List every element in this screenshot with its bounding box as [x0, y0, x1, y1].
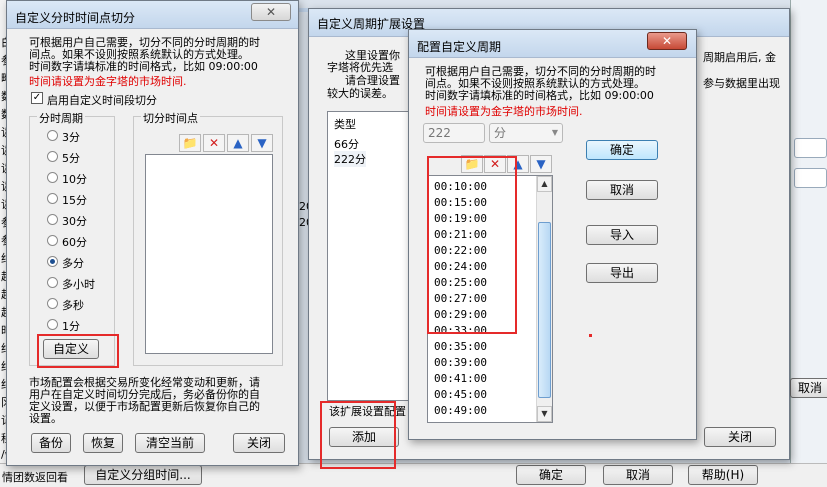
chevron-down-icon: ▼ — [551, 128, 558, 137]
period-radio-label: 5分 — [62, 152, 80, 165]
split-close-button[interactable]: 关闭 — [233, 433, 285, 453]
period-radio[interactable] — [47, 130, 58, 141]
scroll-down-icon[interactable]: ▼ — [537, 406, 552, 422]
split-time-dialog: 自定义分时时间点切分 ✕ 可根据用户自己需要，切分不同的分时周期的时 间点。如果… — [6, 0, 299, 466]
bg-right-field — [794, 138, 827, 158]
enable-split-checkbox[interactable]: ✓ — [31, 92, 43, 104]
bg-bottom-left-text: 情团数返回看 — [2, 471, 68, 484]
split-desc-3: 时间数字请填标准的时间格式，比如 09:00:00 — [29, 60, 258, 73]
arrow-up-icon[interactable]: ▲ — [227, 134, 249, 152]
config-ok-button[interactable]: 确定 — [586, 140, 658, 160]
config-period-titlebar: 配置自定义周期 ✕ — [409, 30, 696, 58]
time-list-item[interactable]: 00:49:00 — [434, 404, 487, 417]
ext-desc-right-1: 周期启用后, 金 — [703, 51, 776, 64]
bg-right-field-2 — [794, 168, 827, 188]
period-radio-label: 多秒 — [62, 299, 84, 312]
split-toolbar: 📁 ✕ ▲ ▼ — [145, 134, 273, 154]
bg-cancel-button[interactable]: 取消 — [790, 378, 827, 398]
arrow-down-icon[interactable]: ▼ — [251, 134, 273, 152]
config-desc-3: 时间数字请填标准的时间格式，比如 09:00:00 — [425, 89, 654, 102]
split-time-group-label: 切分时间点 — [141, 110, 200, 126]
split-time-close-icon[interactable]: ✕ — [251, 3, 291, 21]
period-radio-label: 多分 — [62, 257, 84, 270]
import-button[interactable]: 导入 — [586, 225, 658, 245]
ext-desc-4: 较大的误差。 — [327, 87, 393, 100]
clear-current-button[interactable]: 清空当前 — [135, 433, 205, 453]
export-button[interactable]: 导出 — [586, 263, 658, 283]
period-radio[interactable] — [47, 235, 58, 246]
bg-ok-button[interactable]: 确定 — [516, 465, 586, 485]
backup-button[interactable]: 备份 — [31, 433, 71, 453]
time-list-item[interactable]: 00:39:00 — [434, 356, 487, 369]
period-radio[interactable] — [47, 172, 58, 183]
bg-cancel-bottom-button[interactable]: 取消 — [603, 465, 673, 485]
split-time-titlebar: 自定义分时时间点切分 ✕ — [7, 1, 298, 29]
unit-select-value: 分 — [494, 126, 507, 140]
period-radio[interactable] — [47, 151, 58, 162]
type-row-2[interactable]: 222分 — [334, 151, 366, 167]
time-list-item[interactable]: 00:35:00 — [434, 340, 487, 353]
config-period-dialog: 配置自定义周期 ✕ 可根据用户自己需要，切分不同的分时周期的时 间点。如果不设则… — [408, 29, 697, 440]
config-warning: 时间请设置为金字塔的市场时间. — [425, 105, 583, 118]
config-period-title: 配置自定义周期 — [417, 40, 502, 54]
bg-right-panel — [790, 0, 827, 487]
enable-split-label: 启用自定义时间段切分 — [47, 94, 157, 107]
period-radio[interactable] — [47, 277, 58, 288]
period-radio-label: 1分 — [62, 320, 80, 333]
period-value-input[interactable]: 222 — [423, 123, 485, 143]
add-button-highlight — [320, 401, 396, 469]
time-list-scrollbar[interactable]: ▲ ▼ — [536, 176, 552, 422]
type-row-1[interactable]: 66分 — [334, 136, 359, 152]
unit-select[interactable]: 分 ▼ — [489, 123, 563, 143]
period-radio[interactable] — [47, 319, 58, 330]
arrow-down-icon[interactable]: ▼ — [530, 155, 552, 173]
split-warning: 时间请设置为金字塔的市场时间. — [29, 75, 187, 88]
period-radio-label: 60分 — [62, 236, 87, 249]
bg-help-button[interactable]: 帮助(H) — [688, 465, 758, 485]
period-radio[interactable] — [47, 298, 58, 309]
custom-button-highlight — [37, 334, 119, 368]
type-column-header: 类型 — [334, 118, 356, 131]
scroll-up-icon[interactable]: ▲ — [537, 176, 552, 192]
period-radio-label: 多小时 — [62, 278, 95, 291]
period-radio[interactable] — [47, 256, 58, 267]
period-radio[interactable] — [47, 214, 58, 225]
restore-button[interactable]: 恢复 — [83, 433, 123, 453]
period-radio-label: 10分 — [62, 173, 87, 186]
period-radio-label: 3分 — [62, 131, 80, 144]
bg-group-time-button[interactable]: 自定义分组时间... — [84, 465, 202, 485]
delete-icon[interactable]: ✕ — [203, 134, 225, 152]
folder-icon[interactable]: 📁 — [179, 134, 201, 152]
period-radio[interactable] — [47, 193, 58, 204]
scroll-thumb[interactable] — [538, 222, 551, 398]
split-note-3: 定义设置，以便于市场配置更新后恢复你自己的 — [29, 400, 260, 413]
split-note-4: 设置。 — [29, 412, 62, 425]
period-radio-label: 15分 — [62, 194, 87, 207]
config-close-icon[interactable]: ✕ — [647, 32, 687, 50]
period-radio-label: 30分 — [62, 215, 87, 228]
split-time-list[interactable] — [145, 154, 273, 354]
ext-close-button[interactable]: 关闭 — [704, 427, 776, 447]
config-cancel-button[interactable]: 取消 — [586, 180, 658, 200]
period-group-label: 分时周期 — [37, 110, 85, 126]
time-list-item[interactable]: 00:41:00 — [434, 372, 487, 385]
ext-desc-right-2: 参与数据里出现 — [703, 77, 780, 90]
red-dot-marker — [589, 334, 592, 337]
time-list-item[interactable]: 00:45:00 — [434, 388, 487, 401]
time-list-highlight — [427, 156, 517, 334]
split-time-title: 自定义分时时间点切分 — [15, 11, 136, 25]
